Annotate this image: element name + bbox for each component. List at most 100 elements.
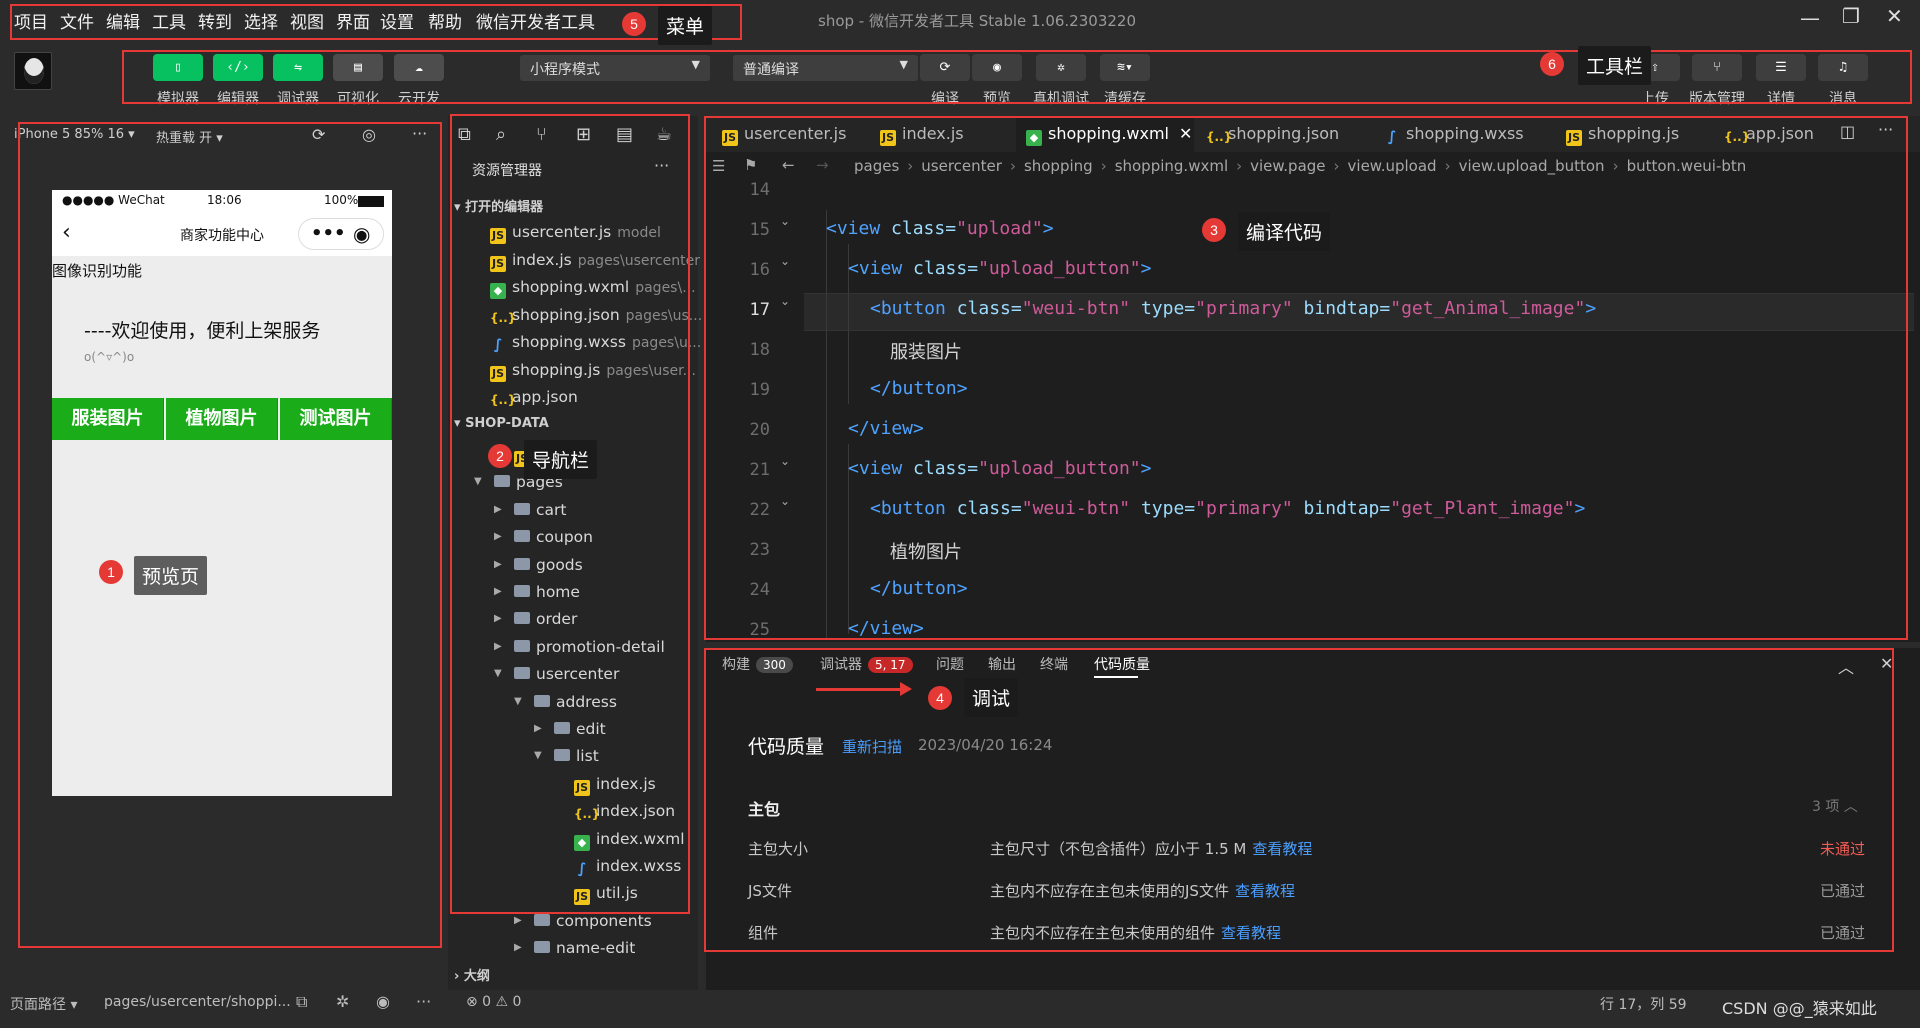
bookmark-icon[interactable]: ⚑ [744, 156, 757, 174]
files-icon[interactable]: ⧉ [458, 124, 471, 145]
remote-debug-icon[interactable]: ✲ [1036, 54, 1086, 81]
breadcrumb-item[interactable]: shopping.wxml [1115, 157, 1228, 175]
list-icon[interactable]: ☰ [712, 157, 725, 175]
fold-icon[interactable]: ⌄ [780, 454, 790, 468]
refresh-icon[interactable]: ⟳ [312, 125, 325, 144]
bell-icon[interactable]: ♫ [1818, 54, 1868, 81]
clothes-image-button[interactable]: 服装图片 [52, 398, 164, 440]
tree-item[interactable]: JS index.js [574, 772, 656, 796]
menu-item[interactable]: 编辑 [106, 8, 140, 33]
status-more-icon[interactable]: ··· [416, 992, 431, 1011]
maximize-icon[interactable]: ❐ [1842, 4, 1860, 28]
editor-tab[interactable]: JS index.js [870, 116, 1014, 152]
chevron-right-icon[interactable]: ▶ [494, 559, 502, 570]
tree-item[interactable]: coupon [514, 525, 593, 549]
chevron-right-icon[interactable]: ▶ [514, 942, 522, 953]
preview-icon[interactable]: ◉ [972, 54, 1022, 81]
breadcrumb-item[interactable]: view.page [1250, 157, 1325, 175]
menu-item[interactable]: 工具 [152, 8, 186, 33]
open-editor-item[interactable]: {..}app.json [490, 385, 584, 409]
chevron-right-icon[interactable]: ▶ [494, 531, 502, 542]
editor-icon[interactable]: ‹/› [213, 54, 263, 81]
menu-item[interactable]: 文件 [60, 8, 94, 33]
storage-icon[interactable]: ▤ [616, 124, 633, 145]
open-editor-item[interactable]: JS usercenter.js model [490, 220, 661, 244]
compile-icon[interactable]: ⟳ [920, 54, 970, 81]
tree-item[interactable]: list [554, 744, 599, 768]
menu-item[interactable]: 选择 [244, 8, 278, 33]
chevron-right-icon[interactable]: ▶ [514, 915, 522, 926]
version-icon[interactable]: ⑂ [1692, 54, 1742, 81]
section-count[interactable]: 3 项 ︿ [1812, 796, 1858, 816]
tree-item[interactable]: ◆ index.wxml [574, 827, 685, 851]
more-icon[interactable]: ··· [412, 124, 427, 143]
plant-image-button[interactable]: 植物图片 [166, 398, 278, 440]
minimize-icon[interactable]: — [1800, 6, 1820, 30]
open-editor-item[interactable]: JS shopping.js pages\user... [490, 358, 696, 382]
editor-tab[interactable]: JS usercenter.js [712, 116, 868, 152]
hot-reload-toggle[interactable]: 热重载 开 ▾ [156, 127, 223, 146]
cloud-service-icon[interactable]: ☕ [656, 124, 672, 145]
tree-item[interactable]: goods [514, 553, 583, 577]
menu-item[interactable]: 转到 [198, 8, 232, 33]
outline-header[interactable]: › 大纲 [454, 965, 490, 984]
tree-item[interactable]: usercenter [514, 662, 619, 686]
fold-icon[interactable]: ⌄ [780, 494, 790, 508]
fold-icon[interactable]: ⌄ [780, 294, 790, 308]
open-editor-item[interactable]: ◆ shopping.wxml pages\... [490, 275, 696, 299]
chevron-right-icon[interactable]: ▶ [494, 586, 502, 597]
menu-item[interactable]: 微信开发者工具 [476, 8, 595, 33]
open-editor-item[interactable]: JS index.js pages\usercenter [490, 248, 700, 272]
forward-arrow-icon[interactable]: → [816, 156, 829, 174]
open-editors-header[interactable]: ▾ 打开的编辑器 [454, 196, 543, 215]
visual-icon[interactable]: ▤ [333, 54, 383, 81]
chevron-down-icon[interactable]: ▼ [514, 696, 522, 707]
back-icon[interactable]: ‹ [62, 220, 71, 245]
back-arrow-icon[interactable]: ← [782, 156, 795, 174]
capsule-menu[interactable]: ••• ◉ [298, 218, 384, 250]
chevron-right-icon[interactable]: ▶ [494, 504, 502, 515]
clear-cache-icon[interactable]: ≋▾ [1100, 54, 1150, 81]
menu-item[interactable]: 设置 [380, 8, 414, 33]
chevron-down-icon[interactable]: ▼ [534, 750, 542, 761]
tree-item[interactable]: components [534, 909, 652, 933]
split-editor-icon[interactable]: ◫ [1840, 122, 1855, 141]
chevron-right-icon[interactable]: ▶ [494, 641, 502, 652]
debug-tab[interactable]: 终端 [1040, 654, 1068, 674]
tree-item[interactable]: cart [514, 498, 566, 522]
debug-tab[interactable]: 构建 300 [722, 654, 793, 674]
fold-icon[interactable]: ⌄ [780, 254, 790, 268]
open-editor-item[interactable]: {..}shopping.json pages\us... [490, 303, 702, 327]
debug-tab[interactable]: 调试器 5, 17 [820, 654, 913, 674]
tree-item[interactable]: JS util.js [574, 881, 638, 906]
explorer-more-icon[interactable]: ··· [654, 156, 669, 175]
tree-item[interactable]: home [514, 580, 580, 604]
tutorial-link[interactable]: 查看教程 [1235, 882, 1295, 900]
breadcrumb-item[interactable]: view.upload [1348, 157, 1437, 175]
rescan-link[interactable]: 重新扫描 [842, 736, 902, 757]
breadcrumb-item[interactable]: usercenter [921, 157, 1002, 175]
menu-item[interactable]: 界面 [336, 8, 370, 33]
editor-tab[interactable]: JS shopping.js [1556, 116, 1712, 152]
breadcrumb-item[interactable]: pages [854, 157, 899, 175]
simulator-icon[interactable]: ▯ [153, 54, 203, 81]
code-editor[interactable] [706, 182, 1920, 642]
tabs-more-icon[interactable]: ··· [1878, 120, 1893, 139]
menu-item[interactable]: 帮助 [428, 8, 462, 33]
chevron-down-icon[interactable]: ▼ [474, 476, 482, 487]
close-icon[interactable]: ✕ [1886, 4, 1903, 28]
copy-icon[interactable]: ⧉ [296, 992, 307, 1012]
tree-item[interactable]: edit [554, 717, 606, 741]
editor-tab[interactable]: {..}app.json [1714, 116, 1828, 152]
details-icon[interactable]: ☰ [1756, 54, 1806, 81]
tab-close-icon[interactable]: ✕ [1179, 124, 1192, 143]
test-image-button[interactable]: 测试图片 [280, 398, 392, 440]
breadcrumb-item[interactable]: shopping [1024, 157, 1093, 175]
tutorial-link[interactable]: 查看教程 [1252, 840, 1312, 858]
tree-item[interactable]: {..}index.json [574, 799, 675, 823]
menu-item[interactable]: 视图 [290, 8, 324, 33]
extensions-icon[interactable]: ⊞ [576, 124, 591, 145]
tree-item[interactable]: order [514, 607, 577, 631]
tree-item[interactable]: promotion-detail [514, 635, 665, 659]
source-control-icon[interactable]: ⑂ [536, 124, 547, 145]
